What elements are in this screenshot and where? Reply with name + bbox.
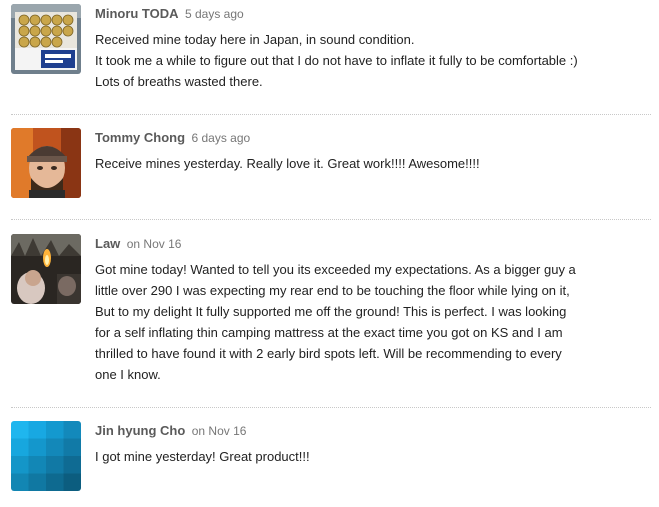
avatar-default-blue-grid-icon[interactable] bbox=[11, 421, 81, 491]
comment-author-link[interactable]: Minoru TODA bbox=[95, 6, 179, 21]
comment-text-line: Got mine today! Wanted to tell you its e… bbox=[95, 262, 576, 277]
comment-date: 5 days ago bbox=[184, 7, 244, 21]
comment-meta: Law on Nov 16 bbox=[95, 234, 651, 254]
comment-date: on Nov 16 bbox=[126, 237, 182, 251]
comment-meta: Minoru TODA 5 days ago bbox=[95, 4, 651, 24]
comment-text-line: for a self inflating thin camping mattre… bbox=[95, 325, 563, 340]
comment-author-link[interactable]: Jin hyung Cho bbox=[95, 423, 185, 438]
comment-text: Got mine today! Wanted to tell you its e… bbox=[95, 259, 651, 385]
avatar-photo-campfire-night-icon[interactable] bbox=[11, 234, 81, 304]
comment-text-line: But to my delight It fully supported me … bbox=[95, 304, 567, 319]
comment-text: Received mine today here in Japan, in so… bbox=[95, 29, 651, 92]
comment-text: I got mine yesterday! Great product!!! bbox=[95, 446, 651, 467]
comment-author-link[interactable]: Tommy Chong bbox=[95, 130, 185, 145]
comment-text-line: It took me a while to figure out that I … bbox=[95, 53, 578, 68]
comment-body: Tommy Chong 6 days ago Receive mines yes… bbox=[95, 128, 651, 174]
comment-text-line: Lots of breaths wasted there. bbox=[95, 74, 263, 89]
comment-text-line: one I know. bbox=[95, 367, 161, 382]
comment-text: Receive mines yesterday. Really love it.… bbox=[95, 153, 651, 174]
comment-body: Minoru TODA 5 days ago Received mine tod… bbox=[95, 4, 651, 92]
comment-text-line: thrilled to have found it with 2 early b… bbox=[95, 346, 562, 361]
avatar-photo-man-knit-hat-icon[interactable] bbox=[11, 128, 81, 198]
comment-meta: Tommy Chong 6 days ago bbox=[95, 128, 651, 148]
comment-meta: Jin hyung Cho on Nov 16 bbox=[95, 421, 651, 441]
comment-text-line: I got mine yesterday! Great product!!! bbox=[95, 449, 310, 464]
comment-text-line: little over 290 I was expecting my rear … bbox=[95, 283, 570, 298]
comment-body: Jin hyung Cho on Nov 16 I got mine yeste… bbox=[95, 421, 651, 467]
comment-author-link[interactable]: Law bbox=[95, 236, 120, 251]
comment-divider bbox=[11, 219, 651, 220]
comment-text-line: Receive mines yesterday. Really love it.… bbox=[95, 156, 480, 171]
comment-date: 6 days ago bbox=[191, 131, 251, 145]
comment-body: Law on Nov 16 Got mine today! Wanted to … bbox=[95, 234, 651, 385]
avatar-photo-box-of-cans-icon[interactable] bbox=[11, 4, 81, 74]
comment-divider bbox=[11, 407, 651, 408]
comment-divider bbox=[11, 114, 651, 115]
comment-date: on Nov 16 bbox=[191, 424, 247, 438]
comment-text-line: Received mine today here in Japan, in so… bbox=[95, 32, 415, 47]
